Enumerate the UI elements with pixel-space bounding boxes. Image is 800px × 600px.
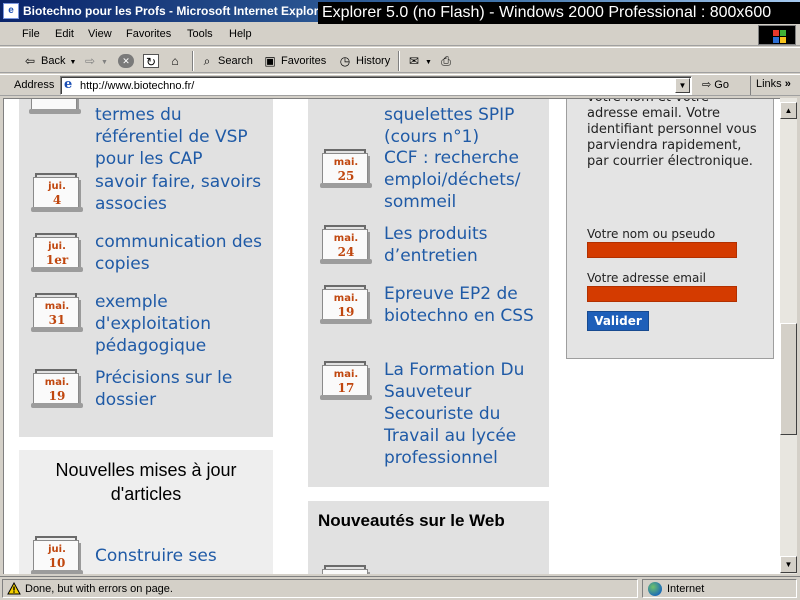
browser-window: e Biotechno pour les Profs - Microsoft I…	[0, 0, 800, 600]
globe-icon	[648, 582, 662, 596]
calendar-icon: jui. 1er	[31, 233, 83, 273]
address-field[interactable]: e ▼	[60, 76, 692, 95]
section-title: Nouvelles mises à jour d'articles	[55, 460, 237, 504]
article-link[interactable]: communication des copies	[95, 231, 270, 275]
article-link[interactable]: savoir faire, savoirs associes	[95, 171, 270, 215]
article-link[interactable]: exemple d'exploitation pédagogique	[95, 291, 270, 357]
scroll-thumb[interactable]	[780, 323, 797, 435]
menu-tools[interactable]: Tools	[187, 28, 213, 40]
article-link[interactable]: Précisions sur le dossier	[95, 367, 270, 411]
name-input[interactable]	[587, 242, 737, 258]
windows-logo-icon	[758, 25, 796, 45]
menu-edit[interactable]: Edit	[55, 28, 74, 40]
calendar-icon: mai. 17	[320, 361, 372, 401]
article-link[interactable]: CCF : recherche emploi/déchets/ sommeil	[384, 147, 544, 213]
page-content: termes du référentiel de VSP pour les CA…	[3, 98, 780, 574]
address-dropdown-button[interactable]: ▼	[675, 78, 690, 93]
mail-button[interactable]: ✉ ▼	[406, 52, 432, 70]
signup-form: votre nom et votre adresse email. Votre …	[566, 99, 774, 359]
signup-instructions: votre nom et votre adresse email. Votre …	[587, 99, 757, 169]
updated-articles-box: Nouvelles mises à jour d'articles jui. 10…	[19, 450, 273, 574]
toolbar-separator	[398, 51, 400, 71]
calendar-icon: mai. 31	[31, 293, 83, 333]
address-input[interactable]	[80, 79, 670, 93]
title-bar[interactable]: e Biotechno pour les Profs - Microsoft I…	[0, 0, 800, 24]
menu-favorites[interactable]: Favorites	[126, 28, 171, 40]
article-link[interactable]: Epreuve EP2 de biotechno en CSS	[384, 283, 544, 327]
article-link[interactable]: Les produits d’entretien	[384, 223, 544, 267]
calendar-icon: mai. 25	[320, 149, 372, 189]
warning-icon	[7, 582, 21, 595]
menu-file[interactable]: File	[22, 28, 40, 40]
section-title: Nouveautés sur le Web	[318, 511, 505, 530]
calendar-icon	[29, 99, 81, 115]
go-button[interactable]: ⇨ Go	[702, 78, 729, 91]
recent-articles-box-2: squelettes SPIP (cours n°1) mai. 25 CCF :…	[308, 99, 549, 487]
status-bar: Done, but with errors on page. Internet	[0, 576, 800, 600]
home-icon: ⌂	[171, 54, 179, 69]
standard-toolbar: ⇦ Back ▼ ⇨ ▼ ✕ ↻ ⌂ ⌕ Search ▣ Favorites ◷ Hist…	[0, 47, 800, 73]
status-message-panel: Done, but with errors on page.	[2, 579, 638, 598]
recent-articles-box: termes du référentiel de VSP pour les CA…	[19, 99, 273, 437]
calendar-icon: mai. 19	[320, 285, 372, 325]
calendar-icon: mai. 24	[320, 225, 372, 265]
forward-button[interactable]: ⇨ ▼	[82, 52, 108, 70]
back-arrow-icon: ⇦	[24, 54, 36, 69]
address-label: Address	[14, 79, 55, 91]
article-link[interactable]: La Formation Du Sauveteur Secouriste du …	[384, 359, 544, 469]
email-label: Votre adresse email	[587, 271, 707, 285]
web-news-box: Nouveautés sur le Web	[308, 501, 549, 574]
calendar-icon: jui. 4	[31, 173, 83, 213]
article-link[interactable]: termes du référentiel de VSP pour les CA…	[95, 104, 270, 170]
window-title: Biotechno pour les Profs - Microsoft Int…	[23, 4, 330, 18]
dropdown-arrow-icon: ▼	[101, 59, 108, 66]
calendar-icon: mai. 19	[31, 369, 83, 409]
ie-icon: e	[3, 3, 19, 19]
scroll-up-button[interactable]: ▲	[780, 102, 797, 119]
dropdown-arrow-icon: ▼	[69, 59, 77, 66]
favorites-button[interactable]: ▣ Favorites	[262, 52, 326, 70]
calendar-icon	[320, 565, 370, 574]
menu-view[interactable]: View	[88, 28, 112, 40]
article-link[interactable]: Construire ses	[95, 545, 270, 567]
calendar-icon: jui. 10	[31, 536, 83, 574]
refresh-icon: ↻	[143, 54, 159, 69]
menu-help[interactable]: Help	[229, 28, 252, 40]
vertical-scrollbar[interactable]: ▲ ▼	[780, 98, 797, 574]
security-zone-panel: Internet	[642, 579, 797, 598]
print-button[interactable]: ⎙	[438, 52, 457, 70]
article-link[interactable]: squelettes SPIP (cours n°1)	[384, 104, 544, 148]
address-bar: Address e ▼ ⇨ Go Links »	[0, 74, 800, 96]
search-button[interactable]: ⌕ Search	[199, 52, 253, 70]
stop-button[interactable]: ✕	[118, 52, 137, 70]
print-icon: ⎙	[441, 54, 451, 69]
links-button[interactable]: Links »	[750, 76, 798, 95]
name-label: Votre nom ou pseudo	[587, 227, 716, 241]
zone-text: Internet	[667, 583, 705, 595]
submit-button[interactable]: Valider	[587, 311, 649, 331]
refresh-button[interactable]: ↻	[143, 52, 162, 70]
history-button[interactable]: ◷ History	[337, 52, 390, 70]
browser-info-overlay: Explorer 5.0 (no Flash) - Windows 2000 P…	[318, 2, 800, 24]
favorites-icon: ▣	[264, 54, 276, 69]
status-text: Done, but with errors on page.	[25, 583, 173, 595]
search-icon: ⌕	[203, 54, 211, 69]
scroll-down-button[interactable]: ▼	[780, 556, 797, 573]
mail-icon: ✉	[408, 54, 420, 69]
forward-arrow-icon: ⇨	[84, 54, 96, 69]
page-icon: e	[64, 77, 73, 92]
back-button[interactable]: ⇦ Back ▼	[22, 52, 76, 70]
email-input[interactable]	[587, 286, 737, 302]
history-icon: ◷	[339, 54, 351, 69]
home-button[interactable]: ⌂	[167, 52, 186, 70]
chevron-right-icon: »	[784, 78, 791, 90]
dropdown-arrow-icon: ▼	[425, 59, 432, 66]
toolbar-separator	[192, 51, 194, 71]
menu-bar: File Edit View Favorites Tools Help	[0, 24, 800, 46]
stop-icon: ✕	[118, 54, 134, 69]
go-arrow-icon: ⇨	[702, 79, 712, 91]
